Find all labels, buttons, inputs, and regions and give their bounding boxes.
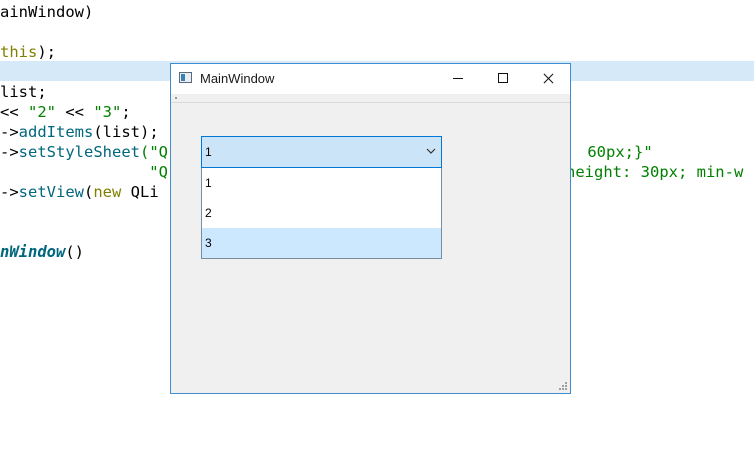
- code-token: ->: [0, 183, 19, 201]
- dropdown-item-3[interactable]: 3: [202, 228, 441, 258]
- code-token: nWindow: [0, 243, 66, 261]
- title-bar[interactable]: MainWindow: [171, 64, 570, 94]
- code-token: <<: [56, 103, 94, 121]
- size-grip[interactable]: [558, 381, 567, 390]
- code-token: new: [93, 183, 122, 201]
- code-token: list;: [0, 83, 47, 101]
- code-line-9: nWindow(): [0, 242, 84, 262]
- code-line-5: ->addItems(list);: [0, 122, 159, 142]
- app-window-icon: [179, 72, 192, 83]
- code-fragment-right-2: height: 30px; min-w: [566, 163, 744, 181]
- dropdown-item-1[interactable]: 1: [202, 168, 441, 198]
- minimize-button[interactable]: [435, 64, 481, 94]
- code-line-1: ainWindow): [0, 2, 93, 22]
- code-token: ;: [121, 103, 131, 121]
- code-token: ainWindow): [0, 3, 94, 21]
- menu-bar[interactable]: [171, 94, 570, 103]
- combo-dropdown-list: 1 2 3: [201, 168, 442, 259]
- code-token: setStyleSheet: [18, 143, 140, 161]
- chevron-down-icon: [426, 148, 436, 154]
- main-window: MainWindow 1 1 2 3: [170, 63, 571, 394]
- code-token: QLi: [121, 183, 159, 201]
- code-token: "3": [93, 103, 122, 121]
- code-token: (: [84, 183, 94, 201]
- code-token: );: [37, 43, 56, 61]
- code-token: addItems: [18, 123, 94, 141]
- code-token: (list);: [93, 123, 159, 141]
- combo-current-value: 1: [205, 145, 212, 159]
- code-token: "2": [28, 103, 56, 121]
- code-line-7: "Q: [0, 162, 168, 182]
- code-line-8: ->setView(new QLi: [0, 182, 159, 202]
- code-token: ("Q: [140, 143, 168, 161]
- code-token: "Q: [0, 163, 168, 181]
- code-fragment-right-1: 60px;}": [578, 143, 653, 161]
- code-line-3: list;: [0, 82, 47, 102]
- code-token: <<: [0, 103, 28, 121]
- code-token: ->: [0, 123, 19, 141]
- close-button[interactable]: [525, 64, 571, 94]
- window-title: MainWindow: [200, 71, 275, 86]
- code-token: this: [0, 43, 38, 61]
- maximize-button[interactable]: [480, 64, 526, 94]
- code-token: setView: [18, 183, 84, 201]
- code-line-6: ->setStyleSheet("Q: [0, 142, 168, 162]
- code-line-2: this);: [0, 42, 56, 62]
- dropdown-item-2[interactable]: 2: [202, 198, 441, 228]
- code-token: ->: [0, 143, 19, 161]
- combo-box[interactable]: 1: [201, 136, 442, 168]
- code-line-4: << "2" << "3";: [0, 102, 131, 122]
- code-token: (): [65, 243, 84, 261]
